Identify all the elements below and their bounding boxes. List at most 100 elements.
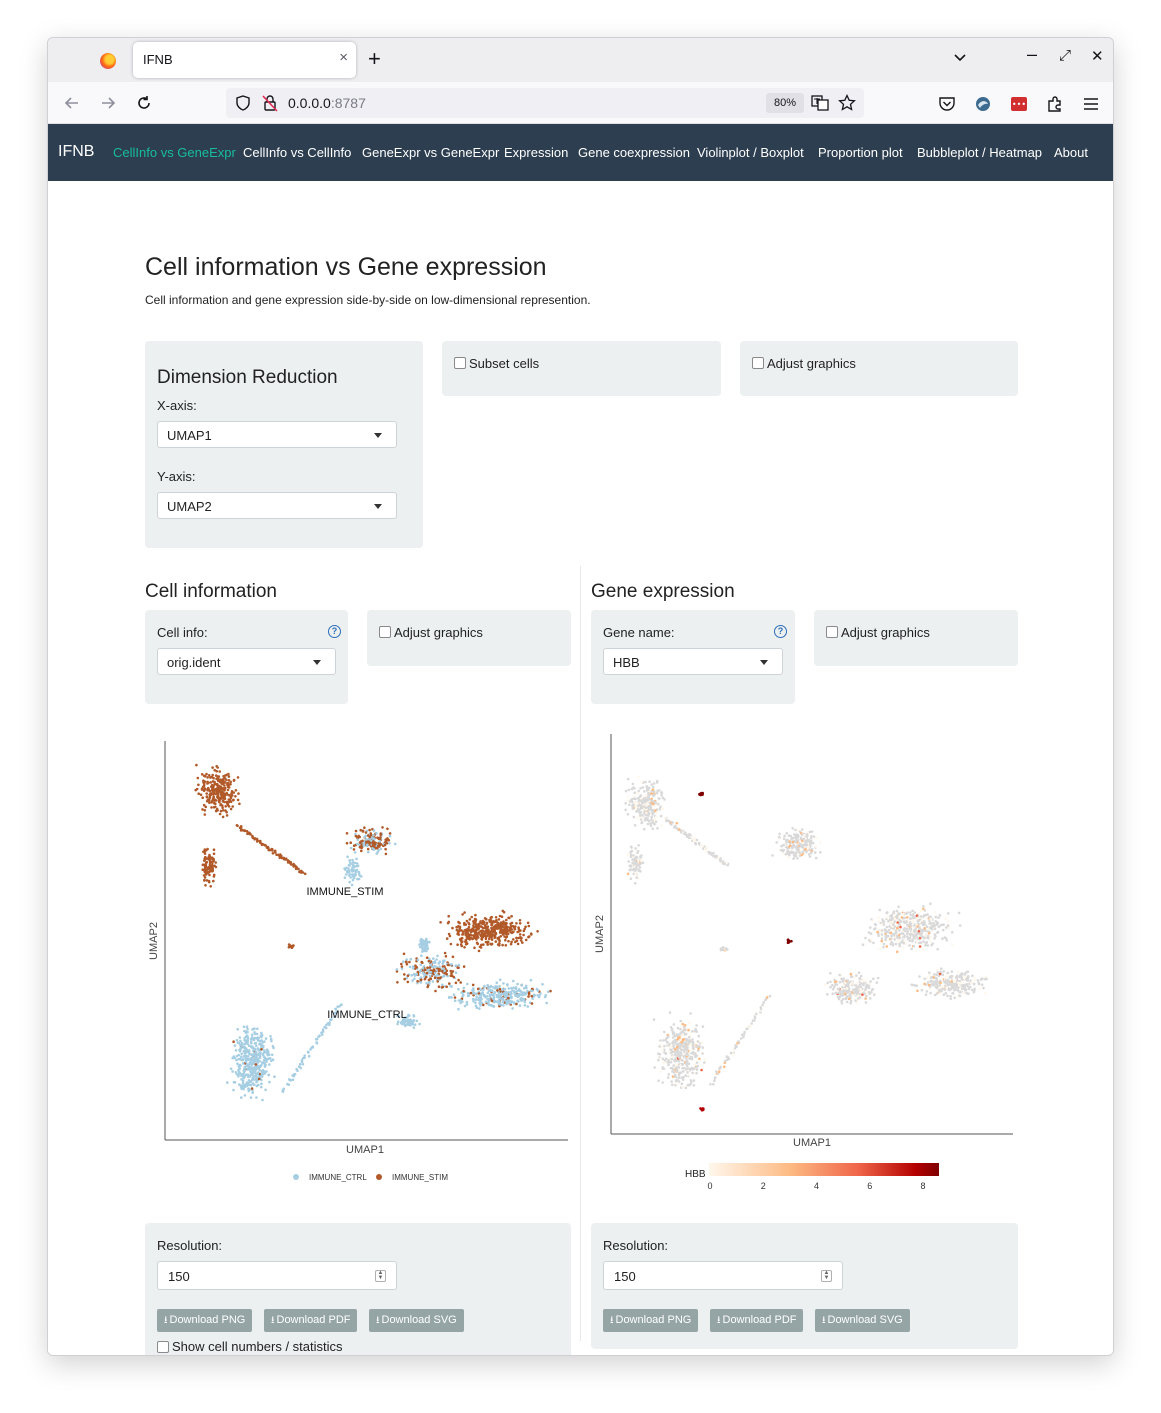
bookmark-star-icon[interactable] [838, 94, 856, 112]
nav-proportion-plot[interactable]: Proportion plot [818, 145, 903, 160]
scatter-point [844, 997, 847, 1000]
nav-bubbleplot-heatmap[interactable]: Bubbleplot / Heatmap [917, 145, 1042, 160]
pocket-icon[interactable] [938, 95, 956, 113]
scatter-point [421, 966, 425, 970]
scatter-point [498, 995, 501, 999]
page-subtitle: Cell information and gene expression sid… [145, 293, 591, 307]
back-arrow-icon[interactable] [63, 94, 81, 112]
download-pdf-button[interactable]: ⭳ Download PDF [710, 1309, 804, 1332]
scatter-point [410, 974, 414, 977]
scatter-point [658, 797, 661, 800]
adjust-graphics-checkbox[interactable] [752, 357, 764, 369]
scatter-point [478, 1007, 481, 1010]
stepper-icon[interactable]: ▲ ▼ [821, 1270, 832, 1282]
scatter-point [226, 788, 230, 792]
scatter-point [841, 991, 845, 995]
scatter-point [475, 1006, 479, 1009]
translate-icon[interactable] [811, 94, 829, 112]
hamburger-menu-icon[interactable] [1082, 95, 1100, 113]
app-brand[interactable]: IFNB [58, 143, 94, 161]
download-png-button[interactable]: ⭳ Download PNG [157, 1309, 253, 1332]
scatter-point [639, 787, 642, 790]
firefox-logo-icon[interactable] [100, 53, 116, 69]
x-axis-label: X-axis: [157, 398, 197, 413]
subset-cells-label[interactable]: Subset cells [469, 356, 539, 371]
resolution-input[interactable]: 150 ▲ ▼ [157, 1261, 397, 1290]
cell-adjust-graphics-checkbox[interactable] [379, 626, 391, 638]
download-svg-button[interactable]: ⭳ Download SVG [369, 1309, 464, 1332]
scatter-point [636, 858, 640, 862]
nav-about[interactable]: About [1054, 145, 1088, 160]
chevron-down-icon[interactable] [952, 49, 968, 65]
nav-expression[interactable]: Expression [504, 145, 568, 160]
scatter-point [523, 986, 526, 990]
stepper-icon[interactable]: ▲ ▼ [375, 1270, 386, 1282]
scatter-point [345, 832, 349, 835]
download-pdf-button[interactable]: ⭳ Download PDF [264, 1309, 358, 1332]
nav-gene-coexpression[interactable]: Gene coexpression [578, 145, 690, 160]
scatter-point [837, 995, 840, 999]
scatter-point [490, 938, 494, 941]
browser-tab[interactable]: IFNB × [133, 42, 356, 78]
scatter-point [656, 827, 659, 830]
password-manager-icon[interactable]: ••• [1010, 95, 1028, 113]
shield-icon[interactable] [236, 95, 250, 111]
cell-adjust-graphics-label[interactable]: Adjust graphics [394, 625, 483, 640]
scatter-point [214, 802, 217, 805]
scatter-point [753, 1016, 757, 1020]
scatter-point [725, 1055, 729, 1058]
help-icon[interactable]: ? [774, 625, 787, 638]
subset-cells-checkbox[interactable] [454, 357, 466, 369]
nav-cellinfo-vs-cellinfo[interactable]: CellInfo vs CellInfo [243, 145, 351, 160]
scatter-point [908, 939, 912, 943]
reload-icon[interactable] [135, 94, 153, 112]
scatter-point [842, 984, 845, 987]
show-stats-label[interactable]: Show cell numbers / statistics [172, 1339, 343, 1354]
x-axis-select[interactable]: UMAP1 [157, 421, 397, 448]
forward-arrow-icon[interactable] [99, 94, 117, 112]
scatter-point [516, 942, 520, 946]
cell-info-select[interactable]: orig.ident [157, 648, 336, 675]
scatter-point [197, 783, 200, 787]
minimize-icon[interactable]: – [1027, 44, 1037, 65]
resolution-input[interactable]: 150 ▲ ▼ [603, 1261, 843, 1290]
download-svg-button[interactable]: ⭳ Download SVG [815, 1309, 910, 1332]
new-tab-icon[interactable]: + [368, 46, 381, 72]
scatter-point [934, 915, 938, 919]
nav-violinplot-boxplot[interactable]: Violinplot / Boxplot [697, 145, 804, 160]
dropdown-caret-icon [760, 660, 768, 665]
scatter-point [237, 1041, 241, 1045]
zoom-level-badge[interactable]: 80% [766, 93, 804, 113]
scatter-point [782, 852, 785, 855]
close-window-icon[interactable]: ✕ [1091, 47, 1104, 65]
gene-name-select[interactable]: HBB [603, 648, 783, 675]
gene-adjust-graphics-label[interactable]: Adjust graphics [841, 625, 930, 640]
nav-cellinfo-vs-geneexpr[interactable]: CellInfo vs GeneExpr [113, 145, 236, 160]
url-text[interactable]: 0.0.0.0:8787 [288, 95, 366, 111]
scatter-point [813, 851, 817, 854]
scatter-point [962, 980, 965, 983]
scatter-point [221, 800, 225, 803]
scatter-point [640, 820, 644, 824]
url-bar[interactable]: 0.0.0.0:8787 80% [226, 88, 864, 118]
extensions-puzzle-icon[interactable] [1046, 95, 1064, 113]
help-icon[interactable]: ? [328, 625, 341, 638]
y-axis-select[interactable]: UMAP2 [157, 492, 397, 519]
tab-close-icon[interactable]: × [339, 49, 348, 66]
insecure-lock-icon[interactable] [262, 94, 278, 112]
adjust-graphics-label[interactable]: Adjust graphics [767, 356, 856, 371]
gene-adjust-graphics-checkbox[interactable] [826, 626, 838, 638]
download-png-button[interactable]: ⭳ Download PNG [603, 1309, 699, 1332]
scatter-point [672, 1044, 675, 1048]
scatter-point [502, 920, 505, 923]
scatter-point [403, 977, 407, 981]
scatter-point [643, 790, 646, 793]
show-stats-checkbox[interactable] [157, 1341, 169, 1353]
scatter-point [840, 1002, 844, 1005]
scatter-point [518, 922, 522, 925]
nav-geneexpr-vs-geneexpr[interactable]: GeneExpr vs GeneExpr [362, 145, 499, 160]
maximize-icon[interactable]: ⤢ [1059, 47, 1071, 64]
extension-bird-icon[interactable] [974, 95, 992, 113]
scatter-point [962, 991, 965, 995]
scatter-point [243, 1037, 246, 1040]
